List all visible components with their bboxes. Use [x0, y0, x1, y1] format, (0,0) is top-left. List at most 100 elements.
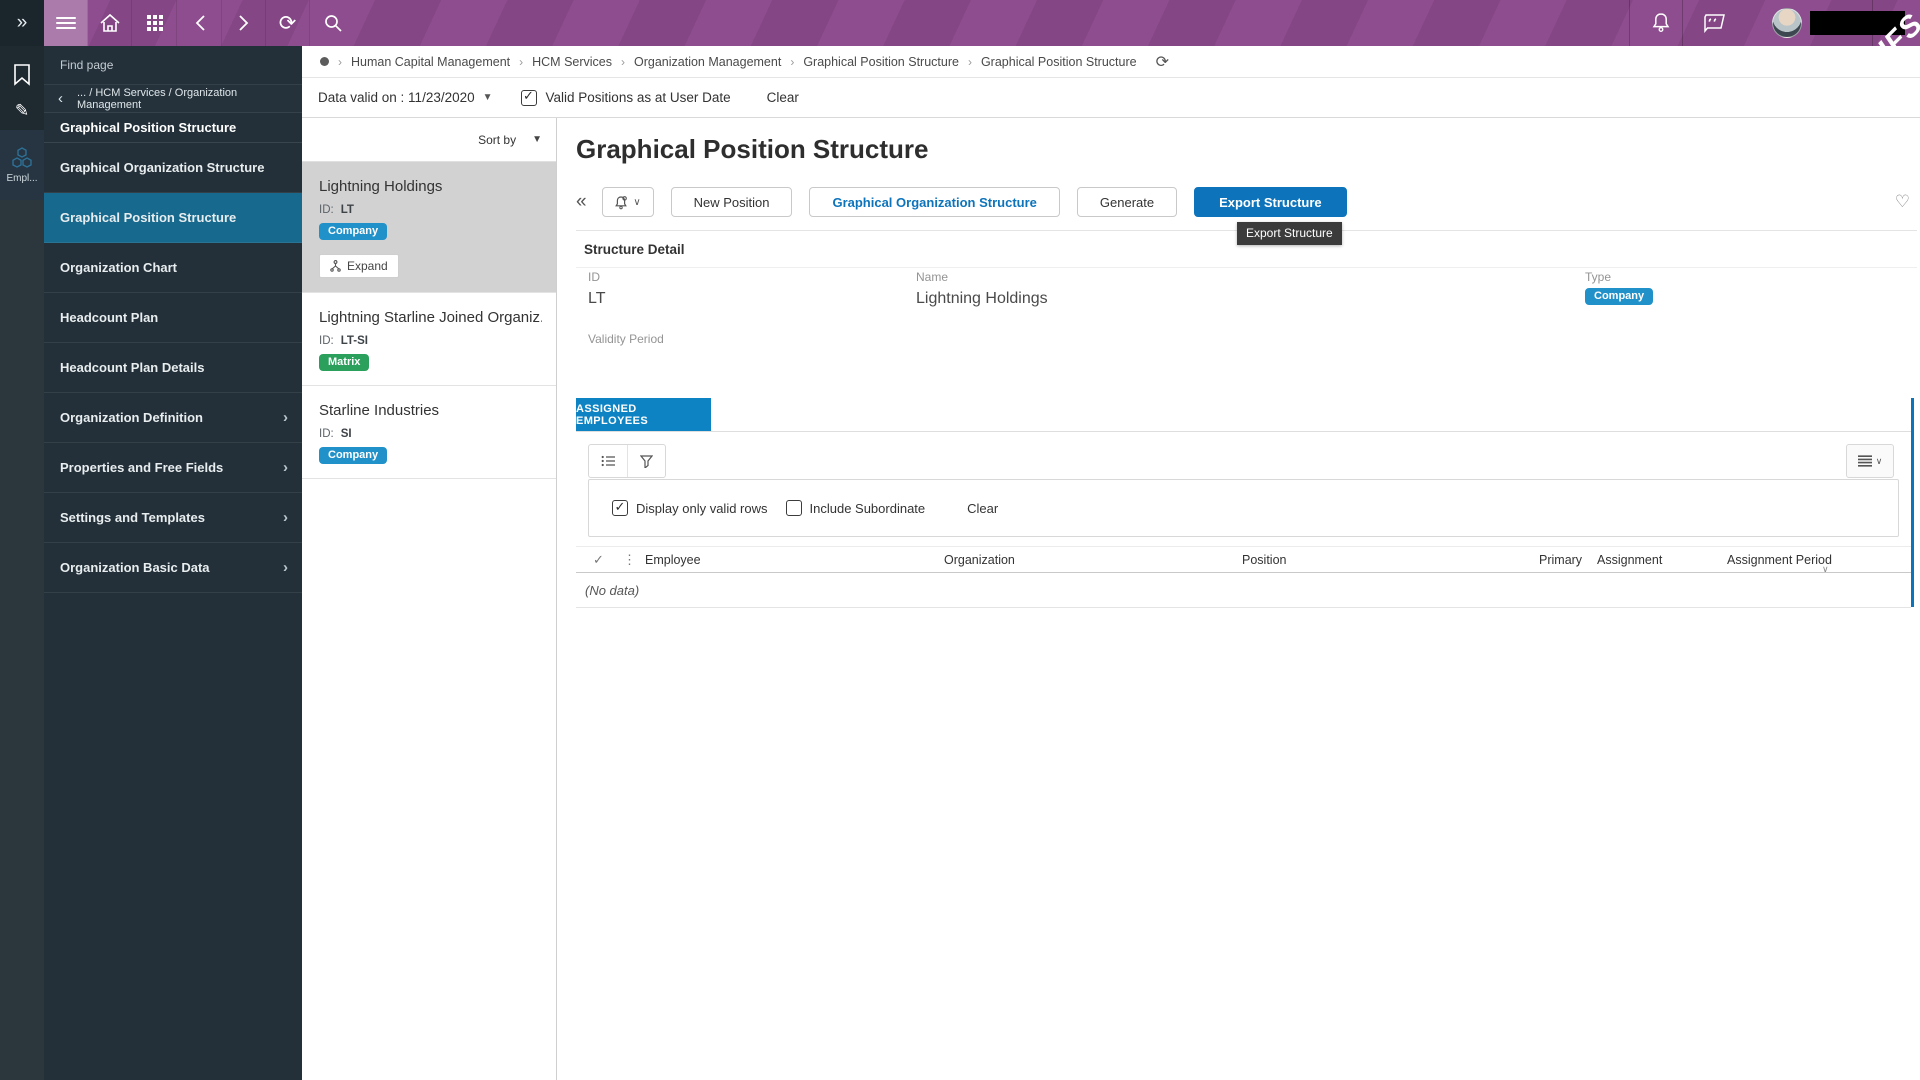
- export-structure-tooltip: Export Structure: [1237, 222, 1342, 245]
- sidebar-section-title: Graphical Position Structure: [44, 113, 302, 143]
- sidebar-item-organization-basic-data[interactable]: Organization Basic Data ›: [44, 543, 302, 593]
- home-button[interactable]: [88, 0, 132, 46]
- column-organization[interactable]: Organization: [944, 553, 1015, 567]
- double-chevron-right-icon: »: [16, 12, 28, 33]
- sidebar-item-properties-and-free-fields[interactable]: Properties and Free Fields ›: [44, 443, 302, 493]
- breadcrumb: › Human Capital Management › HCM Service…: [302, 46, 1920, 78]
- id-value: LT: [588, 290, 606, 307]
- main-content: Graphical Position Structure « ∨ New Pos…: [557, 118, 1920, 1080]
- select-all-check-icon[interactable]: ✓: [593, 552, 604, 568]
- collapse-panel-icon[interactable]: «: [576, 191, 587, 213]
- column-employee[interactable]: Employee: [645, 553, 701, 567]
- clear-table-filter-link[interactable]: Clear: [967, 501, 998, 516]
- sidebar-back-row[interactable]: ‹ ... / HCM Services / Organization Mana…: [44, 85, 302, 113]
- table-scrollbar[interactable]: [1911, 398, 1914, 607]
- module-tile-employee[interactable]: Empl...: [0, 130, 44, 200]
- feedback-button[interactable]: [1692, 0, 1736, 46]
- back-button[interactable]: [178, 0, 222, 46]
- chevron-left-icon: ‹: [58, 90, 63, 107]
- breadcrumb-separator: ›: [967, 54, 972, 69]
- forward-button[interactable]: [222, 0, 266, 46]
- include-subordinate-checkbox[interactable]: [785, 500, 802, 516]
- sidebar-item-organization-chart[interactable]: Organization Chart: [44, 243, 302, 293]
- apps-button[interactable]: [133, 0, 177, 46]
- validity-period-label: Validity Period: [588, 332, 664, 346]
- sidebar-item-headcount-plan[interactable]: Headcount Plan: [44, 293, 302, 343]
- breadcrumb-item[interactable]: HCM Services: [532, 55, 612, 69]
- row-density-button[interactable]: ∨: [1846, 444, 1894, 478]
- refresh-button[interactable]: ⟳: [266, 0, 310, 46]
- sidebar-item-settings-and-templates[interactable]: Settings and Templates ›: [44, 493, 302, 543]
- sidebar-item-graphical-organization-structure[interactable]: Graphical Organization Structure: [44, 143, 302, 193]
- sidebar-back-path: ... / HCM Services / Organization Manage…: [77, 86, 238, 111]
- topbar-divider: [1682, 0, 1683, 46]
- hamburger-icon: [55, 14, 76, 31]
- bell-icon: [1652, 13, 1670, 32]
- clear-filter-link[interactable]: Clear: [767, 90, 799, 105]
- bookmark-icon: [14, 64, 30, 86]
- bookmarks-button[interactable]: [0, 58, 44, 92]
- chevron-down-icon[interactable]: ▼: [532, 134, 542, 145]
- favorite-heart-icon[interactable]: ♡: [1895, 192, 1910, 212]
- sort-by-label[interactable]: Sort by: [478, 133, 516, 147]
- breadcrumb-item[interactable]: Organization Management: [634, 55, 781, 69]
- edit-button[interactable]: ✎: [0, 94, 44, 128]
- breadcrumb-item[interactable]: Graphical Position Structure: [803, 55, 959, 69]
- org-type-badge: Company: [319, 447, 388, 464]
- generate-button[interactable]: Generate: [1076, 187, 1178, 217]
- column-position[interactable]: Position: [1242, 553, 1286, 567]
- new-position-button[interactable]: New Position: [670, 187, 793, 217]
- chevron-down-icon[interactable]: ▼: [483, 92, 493, 103]
- notifications-button[interactable]: [1640, 0, 1682, 46]
- display-only-valid-rows-label: Display only valid rows: [636, 500, 768, 516]
- top-bar: ⟳ IFS: [44, 0, 1920, 46]
- breadcrumb-separator: ›: [338, 54, 342, 69]
- breadcrumb-item[interactable]: Graphical Position Structure: [981, 55, 1137, 69]
- display-only-valid-rows-checkbox[interactable]: [612, 499, 628, 516]
- filter-button[interactable]: [627, 445, 665, 477]
- sidebar-item-organization-definition[interactable]: Organization Definition ›: [44, 393, 302, 443]
- breadcrumb-root-icon[interactable]: [320, 57, 329, 66]
- find-page-input[interactable]: [60, 58, 286, 72]
- list-view-button[interactable]: [589, 445, 627, 477]
- data-valid-on-dropdown[interactable]: Data valid on : 11/23/2020: [318, 90, 475, 105]
- topbar-divider: [1629, 0, 1630, 46]
- search-icon: [325, 15, 342, 32]
- chevron-left-icon: [195, 15, 205, 31]
- kebab-menu-icon[interactable]: ⋮: [623, 552, 636, 568]
- sidebar-item-graphical-position-structure[interactable]: Graphical Position Structure: [44, 193, 302, 243]
- expand-rail-button[interactable]: »: [0, 0, 44, 46]
- sidebar-item-headcount-plan-details[interactable]: Headcount Plan Details: [44, 343, 302, 393]
- org-card-starline-industries[interactable]: Starline Industries ID: SI Company: [302, 386, 556, 479]
- org-card-title: Lightning Starline Joined Organiz...: [319, 309, 542, 326]
- id-label: ID: [588, 270, 600, 284]
- export-structure-button[interactable]: Export Structure: [1194, 187, 1347, 217]
- chevron-down-icon: ∨: [633, 196, 641, 208]
- chevron-right-icon: ›: [283, 409, 288, 426]
- breadcrumb-separator: ›: [790, 54, 795, 69]
- sort-bar: Sort by ▼: [302, 118, 556, 162]
- breadcrumb-item[interactable]: Human Capital Management: [351, 55, 510, 69]
- expand-button[interactable]: Expand: [319, 254, 399, 278]
- valid-positions-checkbox[interactable]: [520, 88, 537, 106]
- column-assignment[interactable]: Assignment: [1597, 553, 1662, 567]
- column-primary[interactable]: Primary: [1539, 553, 1582, 567]
- refresh-icon[interactable]: ⟳: [1156, 52, 1169, 72]
- menu-button[interactable]: [44, 0, 88, 46]
- org-card-lightning-holdings[interactable]: Lightning Holdings ID: LT Company Expand: [302, 162, 556, 293]
- data-valid-bar: Data valid on : 11/23/2020 ▼ Valid Posit…: [302, 78, 1920, 118]
- bell-badge-icon: [615, 195, 628, 209]
- org-card-id: ID: LT-SI: [319, 335, 368, 347]
- page-title: Graphical Position Structure: [576, 134, 929, 164]
- tab-assigned-employees[interactable]: ASSIGNED EMPLOYEES: [576, 398, 711, 431]
- graphical-organization-structure-button[interactable]: Graphical Organization Structure: [809, 187, 1060, 217]
- pencil-icon: ✎: [14, 101, 30, 120]
- user-avatar[interactable]: [1772, 8, 1802, 38]
- quote-bubble-icon: [1704, 14, 1725, 33]
- no-data-row: (No data): [576, 573, 1911, 608]
- notify-dropdown-button[interactable]: ∨: [601, 187, 654, 217]
- list-icon: [601, 455, 615, 467]
- org-card-lightning-starline[interactable]: Lightning Starline Joined Organiz... ID:…: [302, 293, 556, 386]
- search-button[interactable]: [311, 0, 355, 46]
- column-assignment-period[interactable]: Assignment Period: [1727, 553, 1832, 567]
